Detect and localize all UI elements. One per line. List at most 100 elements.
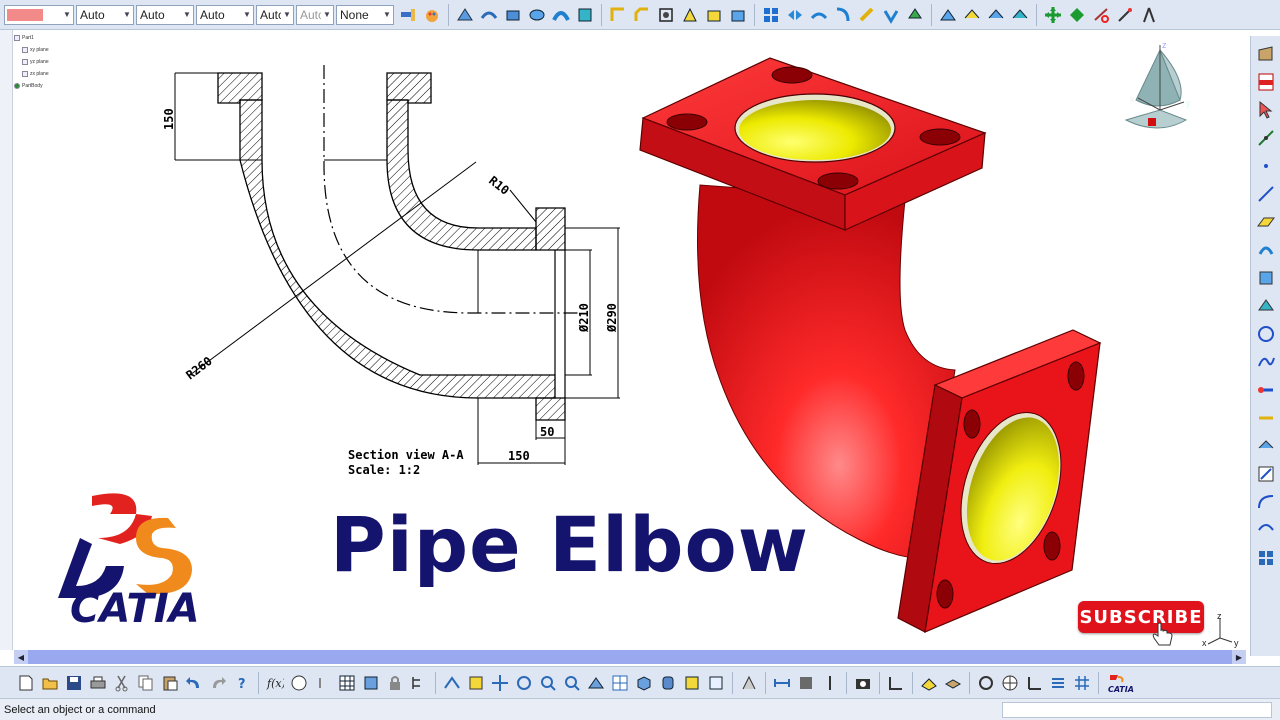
- table-icon[interactable]: [336, 672, 358, 694]
- fillet-icon[interactable]: [607, 4, 629, 26]
- mirror-icon[interactable]: [784, 4, 806, 26]
- surface-icon[interactable]: [478, 4, 500, 26]
- sketch-edit-icon[interactable]: [1255, 463, 1277, 485]
- point-small-icon[interactable]: [1255, 155, 1277, 177]
- undo-icon[interactable]: [183, 672, 205, 694]
- copy-icon[interactable]: [135, 672, 157, 694]
- apply-material-icon[interactable]: [918, 672, 940, 694]
- help-icon[interactable]: ?: [231, 672, 253, 694]
- list-icon[interactable]: [1047, 672, 1069, 694]
- subscribe-button[interactable]: SUBSCRIBE: [1078, 601, 1204, 633]
- linetype-combo[interactable]: Auto ▼: [76, 4, 134, 25]
- draft-icon[interactable]: [679, 4, 701, 26]
- swap-visible-icon[interactable]: [705, 672, 727, 694]
- revolution-icon[interactable]: [1255, 267, 1277, 289]
- layers-icon[interactable]: [942, 672, 964, 694]
- measure-item-icon[interactable]: [795, 672, 817, 694]
- chamfer-icon[interactable]: [631, 4, 653, 26]
- link-icon[interactable]: [312, 672, 334, 694]
- extrude-icon[interactable]: [1255, 239, 1277, 261]
- shading-icon[interactable]: [657, 672, 679, 694]
- capture-icon[interactable]: [852, 672, 874, 694]
- projection-icon[interactable]: [1255, 519, 1277, 541]
- spline-icon[interactable]: [1255, 351, 1277, 373]
- thickness-icon[interactable]: [727, 4, 749, 26]
- snap-icon[interactable]: [1066, 4, 1088, 26]
- trim-icon[interactable]: [832, 4, 854, 26]
- blend-icon[interactable]: [961, 4, 983, 26]
- painter-icon[interactable]: [397, 4, 419, 26]
- layer-filter-combo[interactable]: None ▼: [336, 4, 394, 25]
- scroll-right-icon[interactable]: ▶: [1232, 650, 1246, 664]
- multi-view-icon[interactable]: [609, 672, 631, 694]
- fill-surface-icon[interactable]: [1255, 407, 1277, 429]
- hide-show-icon[interactable]: [681, 672, 703, 694]
- workbench-icon[interactable]: [1255, 43, 1277, 65]
- inertia-icon[interactable]: [819, 672, 841, 694]
- shell-icon[interactable]: [703, 4, 725, 26]
- pdf-icon[interactable]: [1255, 71, 1277, 93]
- refresh-icon[interactable]: [975, 672, 997, 694]
- move-icon[interactable]: [1042, 4, 1064, 26]
- knowledge-icon[interactable]: [288, 672, 310, 694]
- print-icon[interactable]: [87, 672, 109, 694]
- layer-combo[interactable]: Autc▼: [256, 4, 294, 25]
- plane-icon[interactable]: [1255, 211, 1277, 233]
- axis-system-icon[interactable]: [1023, 672, 1045, 694]
- boundary-icon[interactable]: [1255, 435, 1277, 457]
- save-icon[interactable]: [63, 672, 85, 694]
- palette-icon[interactable]: [421, 4, 443, 26]
- pad-icon[interactable]: [502, 4, 524, 26]
- formula-icon[interactable]: f(x): [264, 672, 286, 694]
- lock-icon[interactable]: [384, 672, 406, 694]
- normal-view-icon[interactable]: [585, 672, 607, 694]
- grid-icon[interactable]: [1255, 547, 1277, 569]
- curve-icon[interactable]: [1255, 491, 1277, 513]
- update-icon[interactable]: [738, 672, 760, 694]
- tree-toggle-icon[interactable]: [408, 672, 430, 694]
- redo-icon[interactable]: [207, 672, 229, 694]
- heal-icon[interactable]: [904, 4, 926, 26]
- circle-icon[interactable]: [1255, 323, 1277, 345]
- open-folder-icon[interactable]: [39, 672, 61, 694]
- globe-icon[interactable]: [999, 672, 1021, 694]
- revolve-icon[interactable]: [526, 4, 548, 26]
- iso-view-icon[interactable]: [633, 672, 655, 694]
- point-icon[interactable]: [1255, 127, 1277, 149]
- cursor-icon[interactable]: [1255, 99, 1277, 121]
- measure-icon[interactable]: [1114, 4, 1136, 26]
- extrapolate-icon[interactable]: [856, 4, 878, 26]
- connect-icon[interactable]: [1255, 379, 1277, 401]
- command-input[interactable]: [1002, 701, 1272, 718]
- multi-section-icon[interactable]: [937, 4, 959, 26]
- paste-icon[interactable]: [159, 672, 181, 694]
- measure-between-icon[interactable]: [771, 672, 793, 694]
- sweep-icon[interactable]: [550, 4, 572, 26]
- pattern-icon[interactable]: [760, 4, 782, 26]
- cut-icon[interactable]: [111, 672, 133, 694]
- rotate-icon[interactable]: [513, 672, 535, 694]
- join-icon[interactable]: [880, 4, 902, 26]
- select-icon[interactable]: [655, 4, 677, 26]
- compass-widget[interactable]: z x y: [1118, 40, 1198, 140]
- offset-icon[interactable]: [985, 4, 1007, 26]
- style-combo[interactable]: Auto ▼: [196, 4, 254, 25]
- zoom-in-icon[interactable]: [537, 672, 559, 694]
- fill-icon[interactable]: [1009, 4, 1031, 26]
- sketch-icon[interactable]: [454, 4, 476, 26]
- grid-view-icon[interactable]: [1071, 672, 1093, 694]
- horizontal-scrollbar[interactable]: ◀ ▶: [14, 650, 1246, 664]
- catalog-icon[interactable]: [360, 672, 382, 694]
- render-combo[interactable]: Autc▼: [296, 4, 334, 25]
- axis-rotate-icon[interactable]: [1090, 4, 1112, 26]
- fly-mode-icon[interactable]: [441, 672, 463, 694]
- color-combo[interactable]: ▼: [4, 4, 74, 25]
- new-file-icon[interactable]: [15, 672, 37, 694]
- fit-all-icon[interactable]: [465, 672, 487, 694]
- line-icon[interactable]: [1255, 183, 1277, 205]
- split-icon[interactable]: [808, 4, 830, 26]
- thickness-combo[interactable]: Auto ▼: [136, 4, 194, 25]
- constraint-icon[interactable]: [885, 672, 907, 694]
- compass-tool-icon[interactable]: [1138, 4, 1160, 26]
- sphere-icon[interactable]: [1255, 295, 1277, 317]
